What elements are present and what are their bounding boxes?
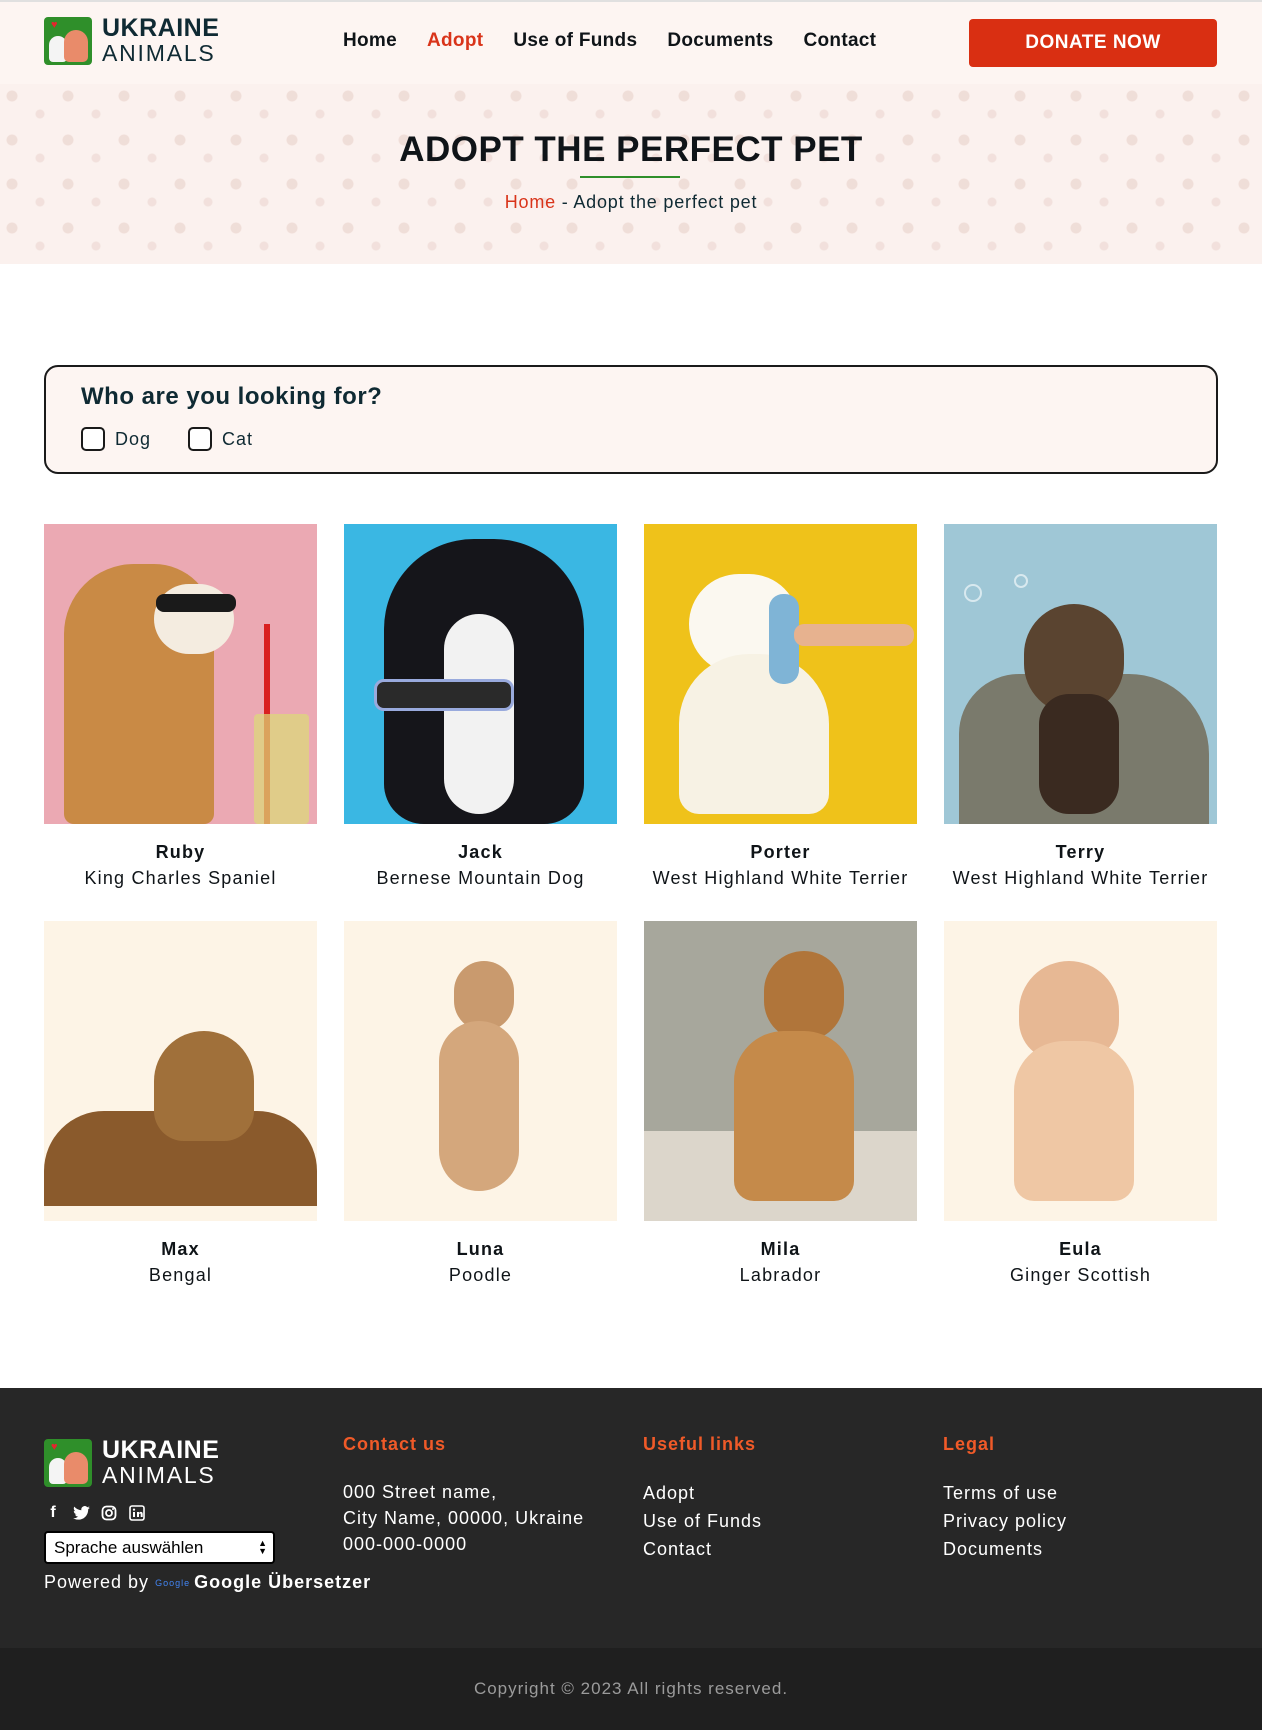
footer-link-adopt[interactable]: Adopt — [643, 1479, 762, 1507]
social-links: f — [44, 1504, 146, 1522]
powered-by-google: Powered by Google Google Übersetzer — [44, 1572, 371, 1593]
powered-by-text: Powered by — [44, 1572, 150, 1592]
google-logo-small: Google — [155, 1577, 191, 1588]
pet-card[interactable]: Porter West Highland White Terrier — [644, 524, 917, 889]
language-select[interactable]: Sprache auswählen ▲ ▼ — [44, 1531, 275, 1564]
logo-line-1: UKRAINE — [102, 1436, 220, 1464]
pet-card[interactable]: Terry West Highland White Terrier — [944, 524, 1217, 889]
footer-legal-column: Legal Terms of use Privacy policy Docume… — [943, 1434, 1067, 1563]
breadcrumb: Home - Adopt the perfect pet — [0, 192, 1262, 213]
donate-now-button[interactable]: DONATE NOW — [969, 19, 1217, 67]
footer-link-contact[interactable]: Contact — [643, 1535, 762, 1563]
pet-name: Jack — [458, 842, 503, 862]
twitter-icon[interactable] — [72, 1504, 90, 1522]
linkedin-icon[interactable] — [128, 1504, 146, 1522]
instagram-icon[interactable] — [100, 1504, 118, 1522]
pet-photo[interactable] — [44, 921, 317, 1221]
pet-photo[interactable] — [944, 524, 1217, 824]
pet-breed: West Highland White Terrier — [652, 868, 909, 888]
pet-name: Mila — [760, 1239, 801, 1259]
pet-photo[interactable] — [944, 921, 1217, 1221]
pet-name: Terry — [1055, 842, 1106, 862]
main-nav: Home Adopt Use of Funds Documents Contac… — [343, 30, 906, 52]
logo-line-2: ANIMALS — [102, 1462, 216, 1488]
select-arrows-icon: ▲ ▼ — [258, 1538, 267, 1556]
footer-contact-column: Contact us 000 Street name, City Name, 0… — [343, 1434, 584, 1557]
pet-breed: Bengal — [148, 1265, 213, 1285]
pet-photo[interactable] — [344, 524, 617, 824]
page-hero: ADOPT THE PERFECT PET Home - Adopt the p… — [0, 84, 1262, 264]
pet-name: Porter — [750, 842, 811, 862]
pet-photo[interactable] — [344, 921, 617, 1221]
nav-use-of-funds[interactable]: Use of Funds — [513, 30, 637, 52]
footer-link-terms[interactable]: Terms of use — [943, 1479, 1067, 1507]
filter-title: Who are you looking for? — [81, 383, 383, 410]
pet-breed: Ginger Scottish — [1009, 1265, 1152, 1285]
pet-card[interactable]: Max Bengal — [44, 921, 317, 1286]
pet-photo[interactable] — [44, 524, 317, 824]
site-logo[interactable]: ♥ UKRAINE ANIMALS — [44, 16, 219, 65]
dog-label: Dog — [115, 428, 152, 449]
footer-link-documents[interactable]: Documents — [943, 1535, 1067, 1563]
dog-checkbox[interactable] — [81, 427, 105, 451]
language-select-value: Sprache auswählen — [54, 1537, 204, 1557]
address-line-1: 000 Street name, — [343, 1482, 498, 1502]
pet-breed: Labrador — [739, 1265, 822, 1285]
nav-adopt[interactable]: Adopt — [427, 30, 483, 52]
useful-links-heading: Useful links — [643, 1434, 757, 1454]
legal-heading: Legal — [943, 1434, 996, 1454]
footer-link-use-of-funds[interactable]: Use of Funds — [643, 1507, 762, 1535]
filter-option-dog[interactable]: Dog — [81, 427, 151, 451]
filter-option-cat[interactable]: Cat — [188, 427, 253, 451]
breadcrumb-separator: - — [555, 192, 574, 212]
pet-photo[interactable] — [644, 524, 917, 824]
breadcrumb-home-link[interactable]: Home — [505, 192, 556, 212]
footer-logo[interactable]: ♥ UKRAINE ANIMALS — [44, 1438, 219, 1487]
logo-line-2: ANIMALS — [102, 40, 216, 66]
pet-breed: Bernese Mountain Dog — [376, 868, 585, 888]
pet-name: Eula — [1059, 1239, 1102, 1259]
google-translate-link[interactable]: Google Übersetzer — [194, 1572, 371, 1593]
pet-name: Ruby — [155, 842, 206, 862]
site-header: ♥ UKRAINE ANIMALS Home Adopt Use of Fund… — [0, 0, 1262, 84]
pet-filter-panel: Who are you looking for? Dog Cat — [44, 365, 1218, 474]
pet-card[interactable]: Jack Bernese Mountain Dog — [344, 524, 617, 889]
breadcrumb-current: Adopt the perfect pet — [573, 192, 758, 212]
logo-pets-icon: ♥ — [44, 16, 92, 65]
logo-line-1: UKRAINE — [102, 14, 220, 42]
pet-card[interactable]: Mila Labrador — [644, 921, 917, 1286]
site-footer: ♥ UKRAINE ANIMALS f Sprache auswählen ▲ ▼… — [0, 1388, 1262, 1648]
cat-checkbox[interactable] — [188, 427, 212, 451]
footer-useful-links-column: Useful links Adopt Use of Funds Contact — [643, 1434, 762, 1563]
pet-card[interactable]: Ruby King Charles Spaniel — [44, 524, 317, 889]
pet-breed: King Charles Spaniel — [84, 868, 277, 888]
facebook-icon[interactable]: f — [44, 1504, 62, 1522]
pet-name: Luna — [456, 1239, 505, 1259]
pet-name: Max — [161, 1239, 200, 1259]
title-underline — [580, 176, 680, 178]
contact-heading: Contact us — [343, 1434, 447, 1454]
nav-documents[interactable]: Documents — [667, 30, 773, 52]
copyright-bar: Copyright © 2023 All rights reserved. — [0, 1648, 1262, 1730]
logo-pets-icon: ♥ — [44, 1438, 92, 1487]
pet-breed: West Highland White Terrier — [952, 868, 1209, 888]
pet-card[interactable]: Luna Poodle — [344, 921, 617, 1286]
pet-breed: Poodle — [448, 1265, 513, 1285]
address-line-2: City Name, 00000, Ukraine — [343, 1508, 585, 1528]
cat-label: Cat — [222, 428, 254, 449]
page-title: ADOPT THE PERFECT PET — [399, 130, 863, 169]
pet-photo[interactable] — [644, 921, 917, 1221]
phone-number[interactable]: 000-000-0000 — [343, 1531, 584, 1557]
footer-link-privacy[interactable]: Privacy policy — [943, 1507, 1067, 1535]
nav-home[interactable]: Home — [343, 30, 397, 52]
pet-card[interactable]: Eula Ginger Scottish — [944, 921, 1217, 1286]
nav-contact[interactable]: Contact — [803, 30, 876, 52]
